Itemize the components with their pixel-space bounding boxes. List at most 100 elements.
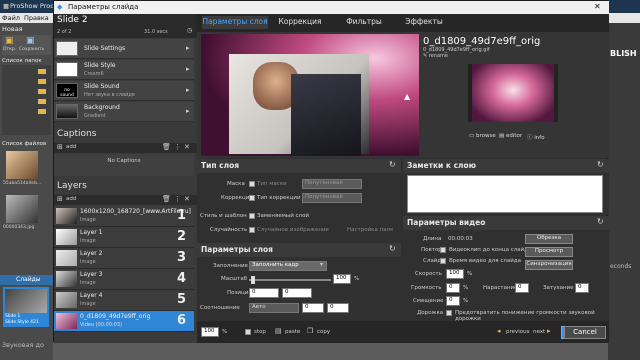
tab-correction[interactable]: Коррекция [272, 16, 328, 29]
layer-thumbnail [56, 271, 77, 287]
layer-number: 6 [177, 313, 187, 328]
slide-duration[interactable]: 31.0 secs [144, 29, 168, 35]
stop-checkbox[interactable] [245, 329, 251, 335]
add-caption-icon[interactable]: ⊞ [57, 143, 63, 151]
paste-icon[interactable]: ▤ [275, 327, 282, 335]
mask-type-select[interactable]: Полутоновая [302, 179, 362, 189]
slide-options-dialog: ◆ Параметры слайда ✕ Slide 2 2 of 2 31.0… [53, 0, 609, 343]
menu-edit[interactable]: Правка [24, 14, 49, 22]
no-sound-thumbnail: no sound [56, 83, 78, 98]
layer-type: Image [80, 280, 96, 286]
reset-icon[interactable]: ↻ [597, 217, 604, 226]
slides-tab[interactable]: Слайды [0, 275, 53, 285]
scale-slider[interactable] [249, 279, 331, 281]
tab-effects[interactable]: Эффекты [396, 16, 452, 29]
layer-row[interactable]: Layer 4 Image 5 [54, 290, 194, 311]
fill-select[interactable]: Заполнить кадр [249, 261, 327, 271]
slide-1-card[interactable]: Slide 1 Slide Style 421 [3, 287, 49, 327]
position-y-input[interactable]: 0 [282, 288, 312, 298]
layer-row[interactable]: Layer 2 Image 3 [54, 248, 194, 269]
paste-button[interactable]: paste [285, 329, 300, 335]
layer-row[interactable]: 1600x1200_168720_[www.ArtFile.ru] Image … [54, 206, 194, 227]
tab-filters[interactable]: Фильтры [336, 16, 392, 29]
next-button[interactable]: next [533, 329, 545, 335]
background-thumbnail [56, 104, 78, 119]
trim-button[interactable]: Обрезка [525, 234, 573, 244]
background-item[interactable]: Background Gradient ▸ [54, 102, 194, 122]
slide-sound-item[interactable]: no sound Slide Sound Нет звука в слайде … [54, 81, 194, 101]
ratio-label: Соотношение [200, 305, 240, 311]
notes-textarea[interactable] [407, 175, 603, 213]
sync-button[interactable]: Синхронизация [525, 260, 573, 270]
more-icon[interactable]: ⋮ [174, 195, 181, 203]
copy-button[interactable]: copy [317, 329, 330, 335]
reset-icon[interactable]: ↻ [597, 160, 604, 169]
menu-file[interactable]: Файл [2, 14, 20, 22]
layer-row-selected[interactable]: 0_d1809_49d7e9ff_orig Video (00:00:03) 6 [54, 311, 194, 332]
save-icon[interactable]: ▣ [26, 36, 35, 46]
trash-icon[interactable]: 🗑 [162, 195, 171, 203]
position-x-input[interactable]: 0 [249, 288, 279, 298]
repeat-checkbox[interactable] [440, 247, 446, 253]
previous-icon[interactable]: ◂ [497, 327, 501, 335]
ratio-b-input[interactable]: 0 [327, 303, 349, 313]
fade-in-input[interactable]: 0 [515, 283, 529, 293]
settings-thumbnail [56, 41, 78, 56]
copy-icon[interactable]: ❐ [307, 327, 313, 335]
fade-out-input[interactable]: 0 [575, 283, 589, 293]
tools-icon[interactable]: ✕ [184, 143, 190, 151]
next-icon[interactable]: ▸ [547, 327, 551, 335]
add-layer-button[interactable]: add [66, 196, 76, 202]
correction-type-label: Тип коррекции [257, 195, 301, 201]
track-checkbox[interactable] [446, 310, 452, 316]
add-caption-button[interactable]: add [66, 144, 76, 150]
scale-input[interactable]: 100 [333, 274, 351, 284]
reset-icon[interactable]: ↻ [389, 244, 396, 253]
volume-input[interactable]: 0 [446, 283, 460, 293]
mask-checkbox[interactable] [249, 181, 255, 187]
file-thumbnail[interactable] [6, 195, 38, 223]
folder-tree[interactable] [2, 65, 51, 135]
correction-checkbox[interactable] [249, 195, 255, 201]
slide-style-item[interactable]: Slide Style Cream6 ▸ [54, 60, 194, 80]
replaceable-checkbox[interactable] [249, 213, 255, 219]
zoom-input[interactable]: 100 [201, 327, 219, 337]
cancel-button[interactable]: Cancel [564, 326, 606, 339]
offset-input[interactable]: 0 [446, 296, 460, 306]
slide-preview[interactable]: ▲ [201, 34, 419, 156]
trash-icon[interactable]: 🗑 [162, 143, 171, 151]
file-thumbnail[interactable] [6, 151, 38, 179]
previous-button[interactable]: previous [506, 329, 530, 335]
open-icon[interactable]: ▣ [5, 36, 14, 46]
tab-layer-settings[interactable]: Параметры слоя [202, 16, 268, 29]
notes-section: Заметки к слою ↻ [403, 159, 609, 215]
speed-input[interactable]: 100 [446, 269, 464, 279]
layer-name: 0_d1809_49d7e9ff_orig [80, 313, 151, 320]
browse-button[interactable]: ▭ browse [469, 133, 496, 139]
chevron-right-icon: ▸ [186, 44, 190, 52]
mask-label: Маска [227, 181, 245, 187]
reset-icon[interactable]: ↻ [389, 160, 396, 169]
scale-slider-handle[interactable] [251, 276, 255, 284]
slide-settings-item[interactable]: Slide Settings ▸ [54, 39, 194, 59]
rename-label: rename [428, 53, 448, 59]
add-layer-icon[interactable]: ⊞ [57, 195, 63, 203]
layer-thumbnail [56, 208, 77, 224]
rename-link[interactable]: ✎ rename [423, 53, 448, 59]
layer-row[interactable]: Layer 1 Image 2 [54, 227, 194, 248]
more-icon[interactable]: ⋮ [174, 143, 181, 151]
correction-type-select[interactable]: Полутоновая [302, 193, 362, 203]
editor-label: editor [505, 133, 523, 139]
folder-icon [38, 109, 46, 114]
preview-button[interactable]: Просмотр [525, 247, 573, 257]
slide-time-checkbox[interactable] [440, 258, 446, 264]
ratio-select[interactable]: Авто [249, 303, 299, 313]
editor-button[interactable]: ▤ editor [499, 133, 522, 139]
ratio-a-input[interactable]: 0 [302, 303, 324, 313]
close-icon[interactable]: ✕ [594, 2, 601, 11]
folder-setup-link[interactable]: Настройка папк [347, 227, 394, 233]
tools-icon[interactable]: ✕ [184, 195, 190, 203]
layer-row[interactable]: Layer 3 Image 4 [54, 269, 194, 290]
info-button[interactable]: ⓘ info [527, 133, 545, 141]
random-checkbox[interactable] [249, 227, 255, 233]
